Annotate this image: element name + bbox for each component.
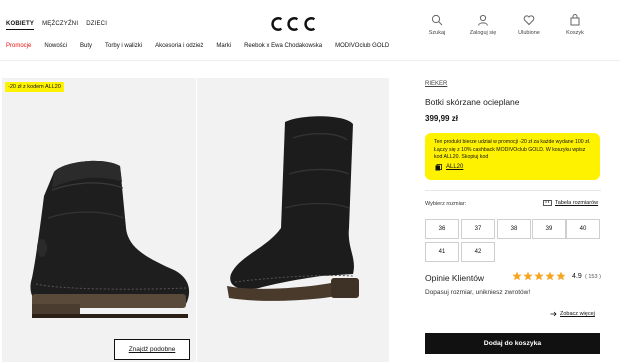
size-option-42[interactable]: 42 <box>461 242 495 262</box>
gender-tab-men[interactable]: MĘŻCZYŹNI <box>42 21 78 30</box>
category-akcesoria[interactable]: Akcesoria i odzież <box>155 43 203 49</box>
product-photo-front[interactable] <box>197 78 389 362</box>
category-torby[interactable]: Torby i walizki <box>105 43 142 49</box>
star-icon <box>523 271 533 281</box>
rating-stars <box>512 271 566 281</box>
find-similar-button[interactable]: Znajdź podobne <box>114 339 190 360</box>
rating-value: 4.9 <box>572 273 582 280</box>
boot-front-image <box>227 116 359 301</box>
search-icon <box>431 14 443 26</box>
find-similar-label: Znajdź podobne <box>128 346 176 353</box>
header-divider <box>0 60 620 61</box>
search-button[interactable]: Szukaj <box>420 14 454 36</box>
size-table-label: Tabela rozmiarów <box>555 200 599 206</box>
discount-tag: -20 zł z kodem ALL20 <box>5 82 64 92</box>
ccc-logo[interactable] <box>270 12 316 36</box>
size-option-41[interactable]: 41 <box>425 242 459 262</box>
product-title: Botki skórzane ocieplane <box>425 97 520 107</box>
reviews-title: Opinie Klientów <box>425 273 485 283</box>
promo-text: Ten produkt bierze udział w promocji -20… <box>434 139 591 160</box>
logo-letter-c <box>304 17 315 31</box>
size-select-label: Wybierz rozmiar: <box>425 201 467 207</box>
category-modivoclub[interactable]: MODIVOclub GOLD <box>335 43 389 49</box>
cart-label: Koszyk <box>566 30 584 36</box>
size-option-39[interactable]: 39 <box>532 219 566 239</box>
gender-nav: KOBIETY MĘŻCZYŹNI DZIECI <box>6 21 107 30</box>
favorites-label: Ulubione <box>518 30 540 36</box>
logo-letter-c <box>287 17 299 31</box>
promo-code: ALL20 <box>446 164 464 170</box>
product-price: 399,99 zł <box>425 114 458 123</box>
reviews-subtitle: Dopasuj rozmiar, unikniesz zwrotów! <box>425 289 531 296</box>
bag-icon <box>570 14 580 26</box>
header-actions: Szukaj Zaloguj się Ulubione Koszyk <box>420 14 592 36</box>
star-icon <box>545 271 555 281</box>
category-nav: Promocje Nowości Buty Torby i walizki Ak… <box>6 43 389 49</box>
arrow-icon <box>550 311 557 317</box>
product-photo-side[interactable] <box>2 78 196 362</box>
see-more-reviews-link[interactable]: Zobacz więcej <box>550 311 595 317</box>
gender-tab-women[interactable]: KOBIETY <box>6 21 35 30</box>
size-option-40[interactable]: 40 <box>566 219 600 239</box>
promo-info-box: Ten produkt bierze udział w promocji -20… <box>425 133 600 180</box>
search-label: Szukaj <box>428 30 446 36</box>
user-icon <box>478 14 488 26</box>
heart-icon <box>523 15 535 26</box>
size-option-38[interactable]: 38 <box>497 219 531 239</box>
login-label: Zaloguj się <box>469 30 497 36</box>
gender-tab-kids[interactable]: DZIECI <box>86 21 107 30</box>
boot-side-image <box>30 160 190 318</box>
category-reebok[interactable]: Reebok x Ewa Chodakowska <box>244 43 322 49</box>
promo-code-copy[interactable]: ALL20 <box>435 164 463 172</box>
ruler-icon <box>543 200 552 206</box>
star-icon <box>534 271 544 281</box>
category-nowosci[interactable]: Nowości <box>44 43 67 49</box>
cart-button[interactable]: Koszyk <box>558 14 592 36</box>
size-table-link[interactable]: Tabela rozmiarów <box>543 200 598 206</box>
size-option-36[interactable]: 36 <box>425 219 459 239</box>
category-promocje[interactable]: Promocje <box>6 43 31 49</box>
logo-letter-c <box>271 17 283 31</box>
copy-icon <box>435 164 442 171</box>
add-to-cart-button[interactable]: Dodaj do koszyka <box>425 333 600 354</box>
login-button[interactable]: Zaloguj się <box>466 14 500 36</box>
category-marki[interactable]: Marki <box>216 43 231 49</box>
size-option-37[interactable]: 37 <box>461 219 495 239</box>
favorites-button[interactable]: Ulubione <box>512 14 546 36</box>
section-divider <box>425 190 601 191</box>
star-icon <box>512 271 522 281</box>
review-count: ( 153 ) <box>585 274 601 280</box>
star-icon <box>556 271 566 281</box>
see-more-label: Zobacz więcej <box>560 311 595 317</box>
product-brand[interactable]: RIEKER <box>425 81 447 87</box>
category-buty[interactable]: Buty <box>80 43 92 49</box>
